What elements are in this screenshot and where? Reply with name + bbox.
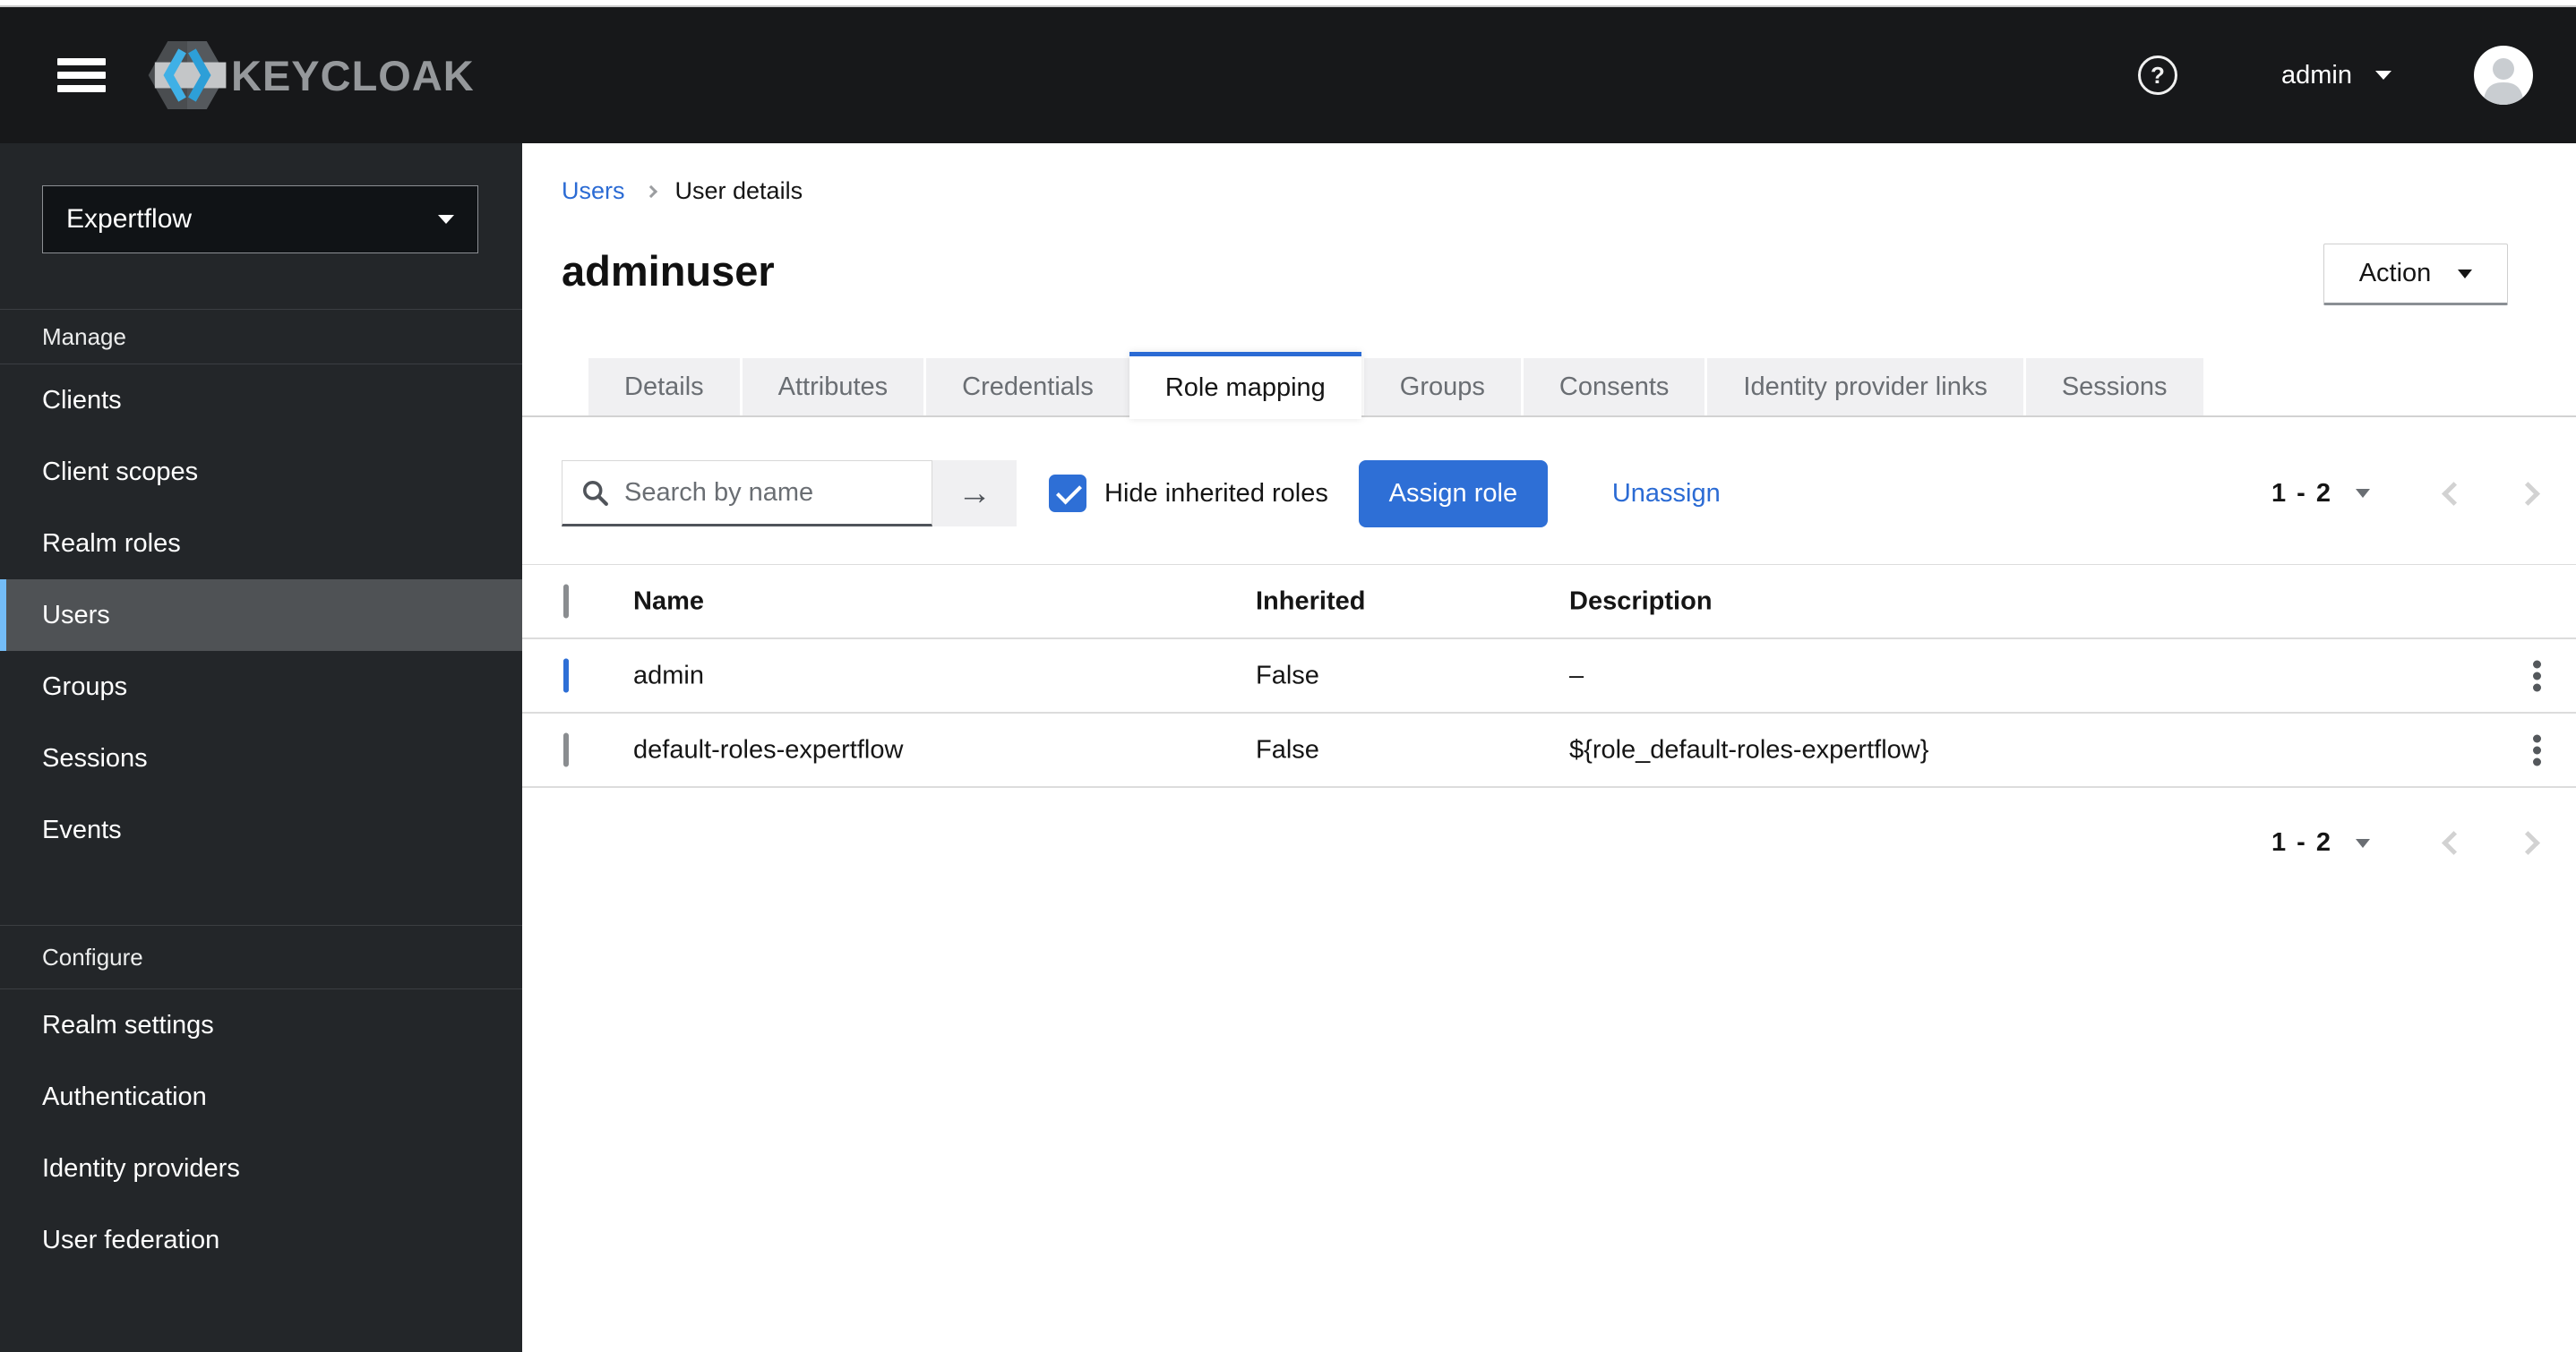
- sidebar-item-clients[interactable]: Clients: [0, 364, 522, 436]
- user-menu-caret-icon[interactable]: [2375, 71, 2391, 80]
- role-mapping-table: Name Inherited Description admin False –…: [522, 564, 2576, 788]
- role-name: default-roles-expertflow: [633, 735, 904, 764]
- window-top-strip: [0, 0, 2576, 7]
- breadcrumb: Users User details: [562, 177, 803, 205]
- configure-nav-list: Realm settings Authentication Identity p…: [0, 989, 522, 1276]
- per-page-dropdown-caret-icon[interactable]: [2356, 838, 2370, 848]
- role-inherited: False: [1256, 661, 1319, 689]
- prev-page-chevron-icon[interactable]: [2442, 831, 2466, 855]
- breadcrumb-chevron-icon: [644, 184, 657, 198]
- per-page-dropdown-caret-icon[interactable]: [2356, 489, 2370, 498]
- tab-attributes[interactable]: Attributes: [739, 358, 924, 415]
- role-description: –: [1569, 661, 1584, 689]
- next-page-chevron-icon[interactable]: [2516, 481, 2540, 506]
- column-header-name: Name: [633, 586, 704, 615]
- assign-role-button[interactable]: Assign role: [1358, 459, 1548, 527]
- nav-section-manage: Manage: [42, 322, 126, 350]
- breadcrumb-users-link[interactable]: Users: [562, 177, 625, 205]
- pagination-range: 1 - 2: [2271, 478, 2332, 508]
- row-checkbox-admin[interactable]: [563, 658, 569, 692]
- role-inherited: False: [1256, 735, 1319, 764]
- role-name: admin: [633, 661, 704, 689]
- tab-details[interactable]: Details: [588, 358, 740, 415]
- table-header-row: Name Inherited Description: [522, 565, 2576, 639]
- keycloak-logo-icon: [148, 41, 227, 109]
- sidebar-item-user-federation[interactable]: User federation: [0, 1204, 522, 1276]
- pagination-top: 1 - 2: [2271, 478, 2540, 509]
- sidebar-item-events[interactable]: Events: [0, 794, 522, 866]
- table-row: admin False –: [522, 639, 2576, 714]
- tab-credentials[interactable]: Credentials: [923, 358, 1129, 415]
- hamburger-bar: [57, 72, 106, 79]
- select-all-checkbox[interactable]: [563, 584, 569, 618]
- hamburger-bar: [57, 58, 106, 65]
- sidebar-item-client-scopes[interactable]: Client scopes: [0, 436, 522, 508]
- search-input[interactable]: [624, 477, 920, 508]
- brand-text: KEYCLOAK: [231, 51, 475, 99]
- action-caret-icon: [2458, 269, 2473, 278]
- sidebar-item-realm-roles[interactable]: Realm roles: [0, 508, 522, 579]
- help-icon[interactable]: ?: [2138, 56, 2177, 95]
- hamburger-menu-button[interactable]: [57, 52, 106, 98]
- keycloak-brand[interactable]: KEYCLOAK: [145, 38, 475, 113]
- masthead: KEYCLOAK ? admin: [0, 7, 2576, 143]
- row-actions-kebab-button[interactable]: [2520, 731, 2553, 769]
- realm-selector-caret-icon: [438, 215, 454, 224]
- current-user-menu[interactable]: admin: [2281, 61, 2352, 90]
- user-avatar[interactable]: [2474, 46, 2533, 105]
- tab-sessions[interactable]: Sessions: [2022, 358, 2203, 415]
- sidebar-item-groups[interactable]: Groups: [0, 651, 522, 723]
- sidebar-nav: Expertflow Manage Clients Client scopes …: [0, 143, 522, 1352]
- next-page-chevron-icon[interactable]: [2516, 831, 2540, 855]
- column-header-inherited: Inherited: [1256, 586, 1366, 615]
- sidebar-item-identity-providers[interactable]: Identity providers: [0, 1133, 522, 1204]
- tab-role-mapping[interactable]: Role mapping: [1129, 352, 1361, 419]
- search-icon: [583, 480, 608, 506]
- nav-section-configure: Configure: [42, 943, 143, 971]
- role-mapping-toolbar: → Hide inherited roles Assign role Unass…: [562, 458, 2540, 528]
- tab-identity-provider-links[interactable]: Identity provider links: [1704, 358, 2023, 415]
- row-actions-kebab-button[interactable]: [2520, 656, 2553, 695]
- keycloak-admin-console: KEYCLOAK ? admin Expertflow Manage Clien…: [0, 0, 2576, 1352]
- tab-consents[interactable]: Consents: [1520, 358, 1705, 415]
- hide-inherited-roles-checkbox[interactable]: [1049, 475, 1086, 512]
- hamburger-bar: [57, 85, 106, 92]
- unassign-link[interactable]: Unassign: [1612, 479, 1721, 509]
- role-description: ${role_default-roles-expertflow}: [1569, 735, 1929, 764]
- masthead-right: ? admin: [2138, 46, 2576, 105]
- breadcrumb-current: User details: [674, 177, 803, 204]
- user-detail-tabs: Details Attributes Credentials Role mapp…: [522, 352, 2576, 419]
- pagination-range: 1 - 2: [2271, 828, 2332, 857]
- main-content: Users User details adminuser Action Deta…: [522, 143, 2576, 1352]
- row-checkbox-default-roles[interactable]: [563, 732, 569, 766]
- page-title: adminuser: [562, 247, 775, 295]
- sidebar-item-sessions[interactable]: Sessions: [0, 723, 522, 794]
- pagination-bottom: 1 - 2: [2271, 828, 2540, 858]
- tab-groups[interactable]: Groups: [1361, 358, 1521, 415]
- search-group: →: [562, 460, 1017, 526]
- search-submit-button[interactable]: →: [932, 460, 1017, 526]
- realm-selector-value: Expertflow: [66, 204, 193, 234]
- sidebar-item-users[interactable]: Users: [0, 579, 522, 651]
- action-label: Action: [2358, 259, 2432, 287]
- sidebar-item-authentication[interactable]: Authentication: [0, 1061, 522, 1133]
- prev-page-chevron-icon[interactable]: [2442, 481, 2466, 506]
- sidebar-item-realm-settings[interactable]: Realm settings: [0, 989, 522, 1061]
- column-header-description: Description: [1569, 586, 1713, 615]
- search-input-box: [562, 460, 932, 526]
- table-row: default-roles-expertflow False ${role_de…: [522, 714, 2576, 788]
- manage-nav-list: Clients Client scopes Realm roles Users …: [0, 364, 522, 866]
- hide-inherited-roles-label: Hide inherited roles: [1104, 478, 1328, 508]
- action-dropdown-button[interactable]: Action: [2323, 244, 2508, 305]
- realm-selector-dropdown[interactable]: Expertflow: [42, 185, 478, 253]
